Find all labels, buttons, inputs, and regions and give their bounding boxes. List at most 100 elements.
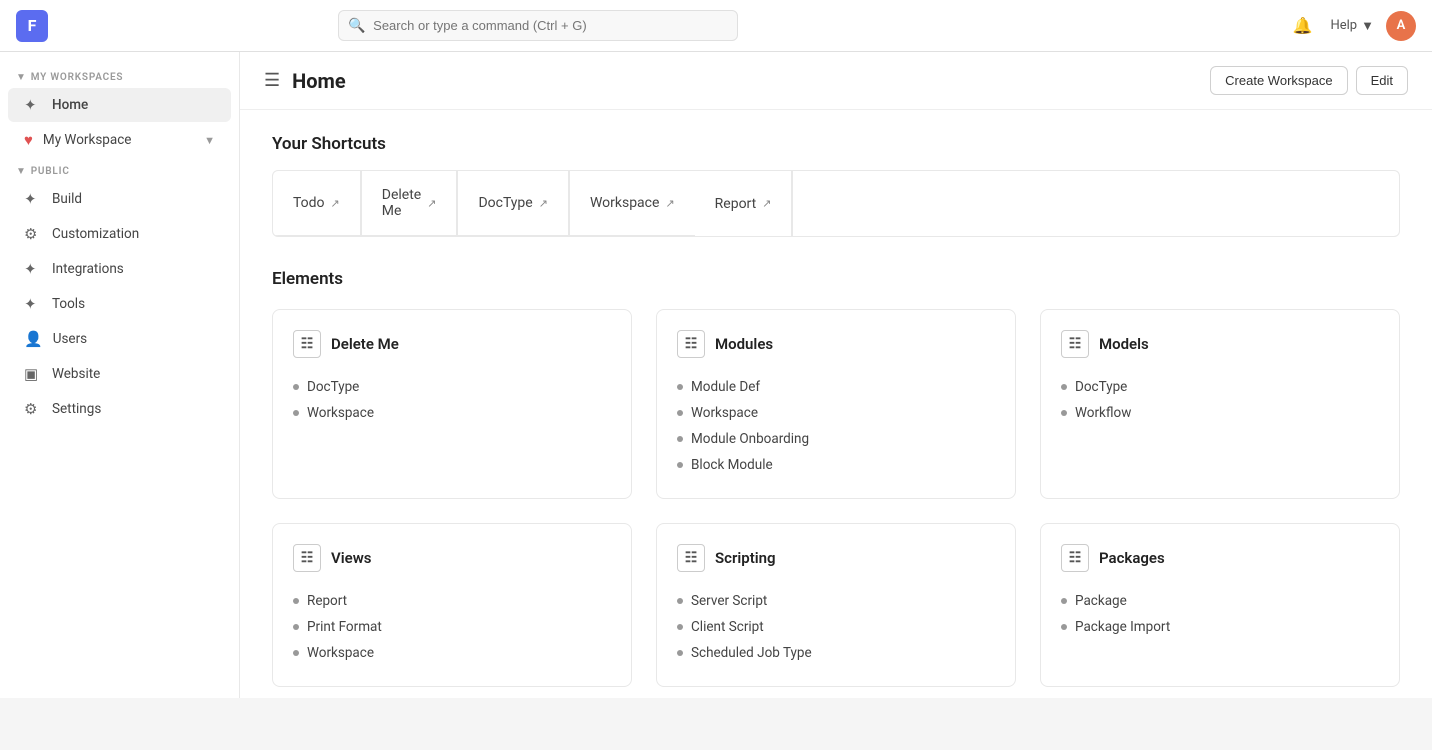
scripting-card-label: Scripting xyxy=(715,549,776,567)
page-title: Home xyxy=(292,69,1210,93)
help-chevron-icon: ▼ xyxy=(1361,18,1374,34)
sidebar-item-settings[interactable]: ⚙ Settings xyxy=(8,392,231,426)
packages-list: Package Package Import xyxy=(1061,588,1379,640)
tools-label: Tools xyxy=(52,296,215,312)
public-label: PUBLIC xyxy=(31,166,70,177)
main-header: ☰ Home Create Workspace Edit xyxy=(240,52,1432,110)
list-item[interactable]: Workspace xyxy=(293,640,611,666)
sidebar-my-workspace-label: My Workspace xyxy=(43,132,194,148)
list-item[interactable]: Workspace xyxy=(293,400,611,426)
list-item[interactable]: Module Def xyxy=(677,374,995,400)
tools-icon: ✦ xyxy=(24,295,42,313)
shortcut-workspace[interactable]: Workspace ↗ xyxy=(569,171,695,235)
edit-button[interactable]: Edit xyxy=(1356,66,1408,95)
list-item[interactable]: Package Import xyxy=(1061,614,1379,640)
list-item[interactable]: Client Script xyxy=(677,614,995,640)
elements-grid-row2: ☷ Views Report Print Format Workspace ☷ … xyxy=(272,523,1400,687)
my-workspace-chevron-icon: ▼ xyxy=(204,134,215,147)
shortcut-delete-me-label: Delete Me xyxy=(382,187,421,219)
public-chevron-icon: ▼ xyxy=(16,166,27,177)
sidebar-item-build[interactable]: ✦ Build xyxy=(8,182,231,216)
shortcut-delete-me-link-icon: ↗ xyxy=(427,197,436,210)
shortcut-workspace-link-icon: ↗ xyxy=(665,197,674,210)
app-logo[interactable]: F xyxy=(16,10,48,42)
list-item[interactable]: Module Onboarding xyxy=(677,426,995,452)
list-item[interactable]: Package xyxy=(1061,588,1379,614)
website-label: Website xyxy=(52,366,215,382)
element-card-modules-header: ☷ Modules xyxy=(677,330,995,358)
sidebar-home-label: Home xyxy=(52,97,215,113)
list-item[interactable]: Report xyxy=(293,588,611,614)
build-label: Build xyxy=(52,191,215,207)
shortcuts-row2: Report ↗ xyxy=(695,171,930,236)
shortcuts-section: Your Shortcuts Todo ↗ Delete Me ↗ DocTyp… xyxy=(272,134,1400,237)
shortcut-todo[interactable]: Todo ↗ xyxy=(273,171,361,235)
models-card-label: Models xyxy=(1099,335,1149,353)
list-item[interactable]: Workflow xyxy=(1061,400,1379,426)
sidebar-item-customization[interactable]: ⚙ Customization xyxy=(8,217,231,251)
menu-icon[interactable]: ☰ xyxy=(264,70,280,91)
shortcut-delete-me[interactable]: Delete Me ↗ xyxy=(361,171,458,235)
modules-card-icon: ☷ xyxy=(677,330,705,358)
users-icon: 👤 xyxy=(24,330,43,348)
help-menu[interactable]: Help ▼ xyxy=(1330,18,1374,34)
element-card-packages: ☷ Packages Package Package Import xyxy=(1040,523,1400,687)
list-item[interactable]: DocType xyxy=(1061,374,1379,400)
settings-label: Settings xyxy=(52,401,215,417)
list-item[interactable]: Scheduled Job Type xyxy=(677,640,995,666)
sidebar-item-tools[interactable]: ✦ Tools xyxy=(8,287,231,321)
sidebar-item-integrations[interactable]: ✦ Integrations xyxy=(8,252,231,286)
my-workspaces-section: ▼ MY WORKSPACES xyxy=(0,64,239,87)
my-workspaces-label: MY WORKSPACES xyxy=(31,72,124,83)
list-item[interactable]: DocType xyxy=(293,374,611,400)
element-card-models-header: ☷ Models xyxy=(1061,330,1379,358)
build-icon: ✦ xyxy=(24,190,42,208)
sidebar: ▼ MY WORKSPACES ✦ Home ♥ My Workspace ▼ … xyxy=(0,52,240,698)
search-container: 🔍 xyxy=(338,10,738,41)
packages-card-label: Packages xyxy=(1099,549,1165,567)
element-card-views-header: ☷ Views xyxy=(293,544,611,572)
shortcut-report[interactable]: Report ↗ xyxy=(695,171,793,236)
delete-me-card-label: Delete Me xyxy=(331,335,399,353)
models-card-icon: ☷ xyxy=(1061,330,1089,358)
main-content: ☰ Home Create Workspace Edit Your Shortc… xyxy=(240,52,1432,698)
element-card-delete-me: ☷ Delete Me DocType Workspace xyxy=(272,309,632,499)
notifications-bell[interactable]: 🔔 xyxy=(1286,10,1318,42)
shortcut-workspace-label: Workspace xyxy=(590,195,660,211)
heart-icon: ♥ xyxy=(24,131,33,149)
element-card-packages-header: ☷ Packages xyxy=(1061,544,1379,572)
integrations-label: Integrations xyxy=(52,261,215,277)
delete-me-list: DocType Workspace xyxy=(293,374,611,426)
avatar[interactable]: A xyxy=(1386,11,1416,41)
list-item[interactable]: Server Script xyxy=(677,588,995,614)
search-input[interactable] xyxy=(338,10,738,41)
list-item[interactable]: Print Format xyxy=(293,614,611,640)
list-item[interactable]: Block Module xyxy=(677,452,995,478)
shortcuts-row1: Todo ↗ Delete Me ↗ DocType ↗ Workspace xyxy=(273,171,695,236)
shortcut-doctype[interactable]: DocType ↗ xyxy=(457,171,569,235)
modules-card-label: Modules xyxy=(715,335,773,353)
website-icon: ▣ xyxy=(24,365,42,383)
elements-section: Elements ☷ Delete Me DocType Workspace xyxy=(272,269,1400,687)
create-workspace-button[interactable]: Create Workspace xyxy=(1210,66,1347,95)
sidebar-item-my-workspace[interactable]: ♥ My Workspace ▼ xyxy=(8,123,231,157)
shortcuts-grid: Todo ↗ Delete Me ↗ DocType ↗ Workspace xyxy=(272,170,1400,237)
shortcut-todo-link-icon: ↗ xyxy=(331,197,340,210)
elements-grid-row1: ☷ Delete Me DocType Workspace ☷ Modules xyxy=(272,309,1400,499)
my-workspaces-chevron-icon: ▼ xyxy=(16,72,27,83)
navbar-right: 🔔 Help ▼ A xyxy=(1286,10,1416,42)
sidebar-item-users[interactable]: 👤 Users xyxy=(8,322,231,356)
sidebar-item-home[interactable]: ✦ Home xyxy=(8,88,231,122)
sidebar-item-website[interactable]: ▣ Website xyxy=(8,357,231,391)
list-item[interactable]: Workspace xyxy=(677,400,995,426)
shortcut-report-label: Report xyxy=(715,196,757,212)
integrations-icon: ✦ xyxy=(24,260,42,278)
shortcut-doctype-label: DocType xyxy=(478,195,532,211)
element-card-models: ☷ Models DocType Workflow xyxy=(1040,309,1400,499)
scripting-card-icon: ☷ xyxy=(677,544,705,572)
models-list: DocType Workflow xyxy=(1061,374,1379,426)
users-label: Users xyxy=(53,331,215,347)
layout: ▼ MY WORKSPACES ✦ Home ♥ My Workspace ▼ … xyxy=(0,52,1432,698)
search-icon: 🔍 xyxy=(348,18,365,34)
settings-icon: ⚙ xyxy=(24,400,42,418)
